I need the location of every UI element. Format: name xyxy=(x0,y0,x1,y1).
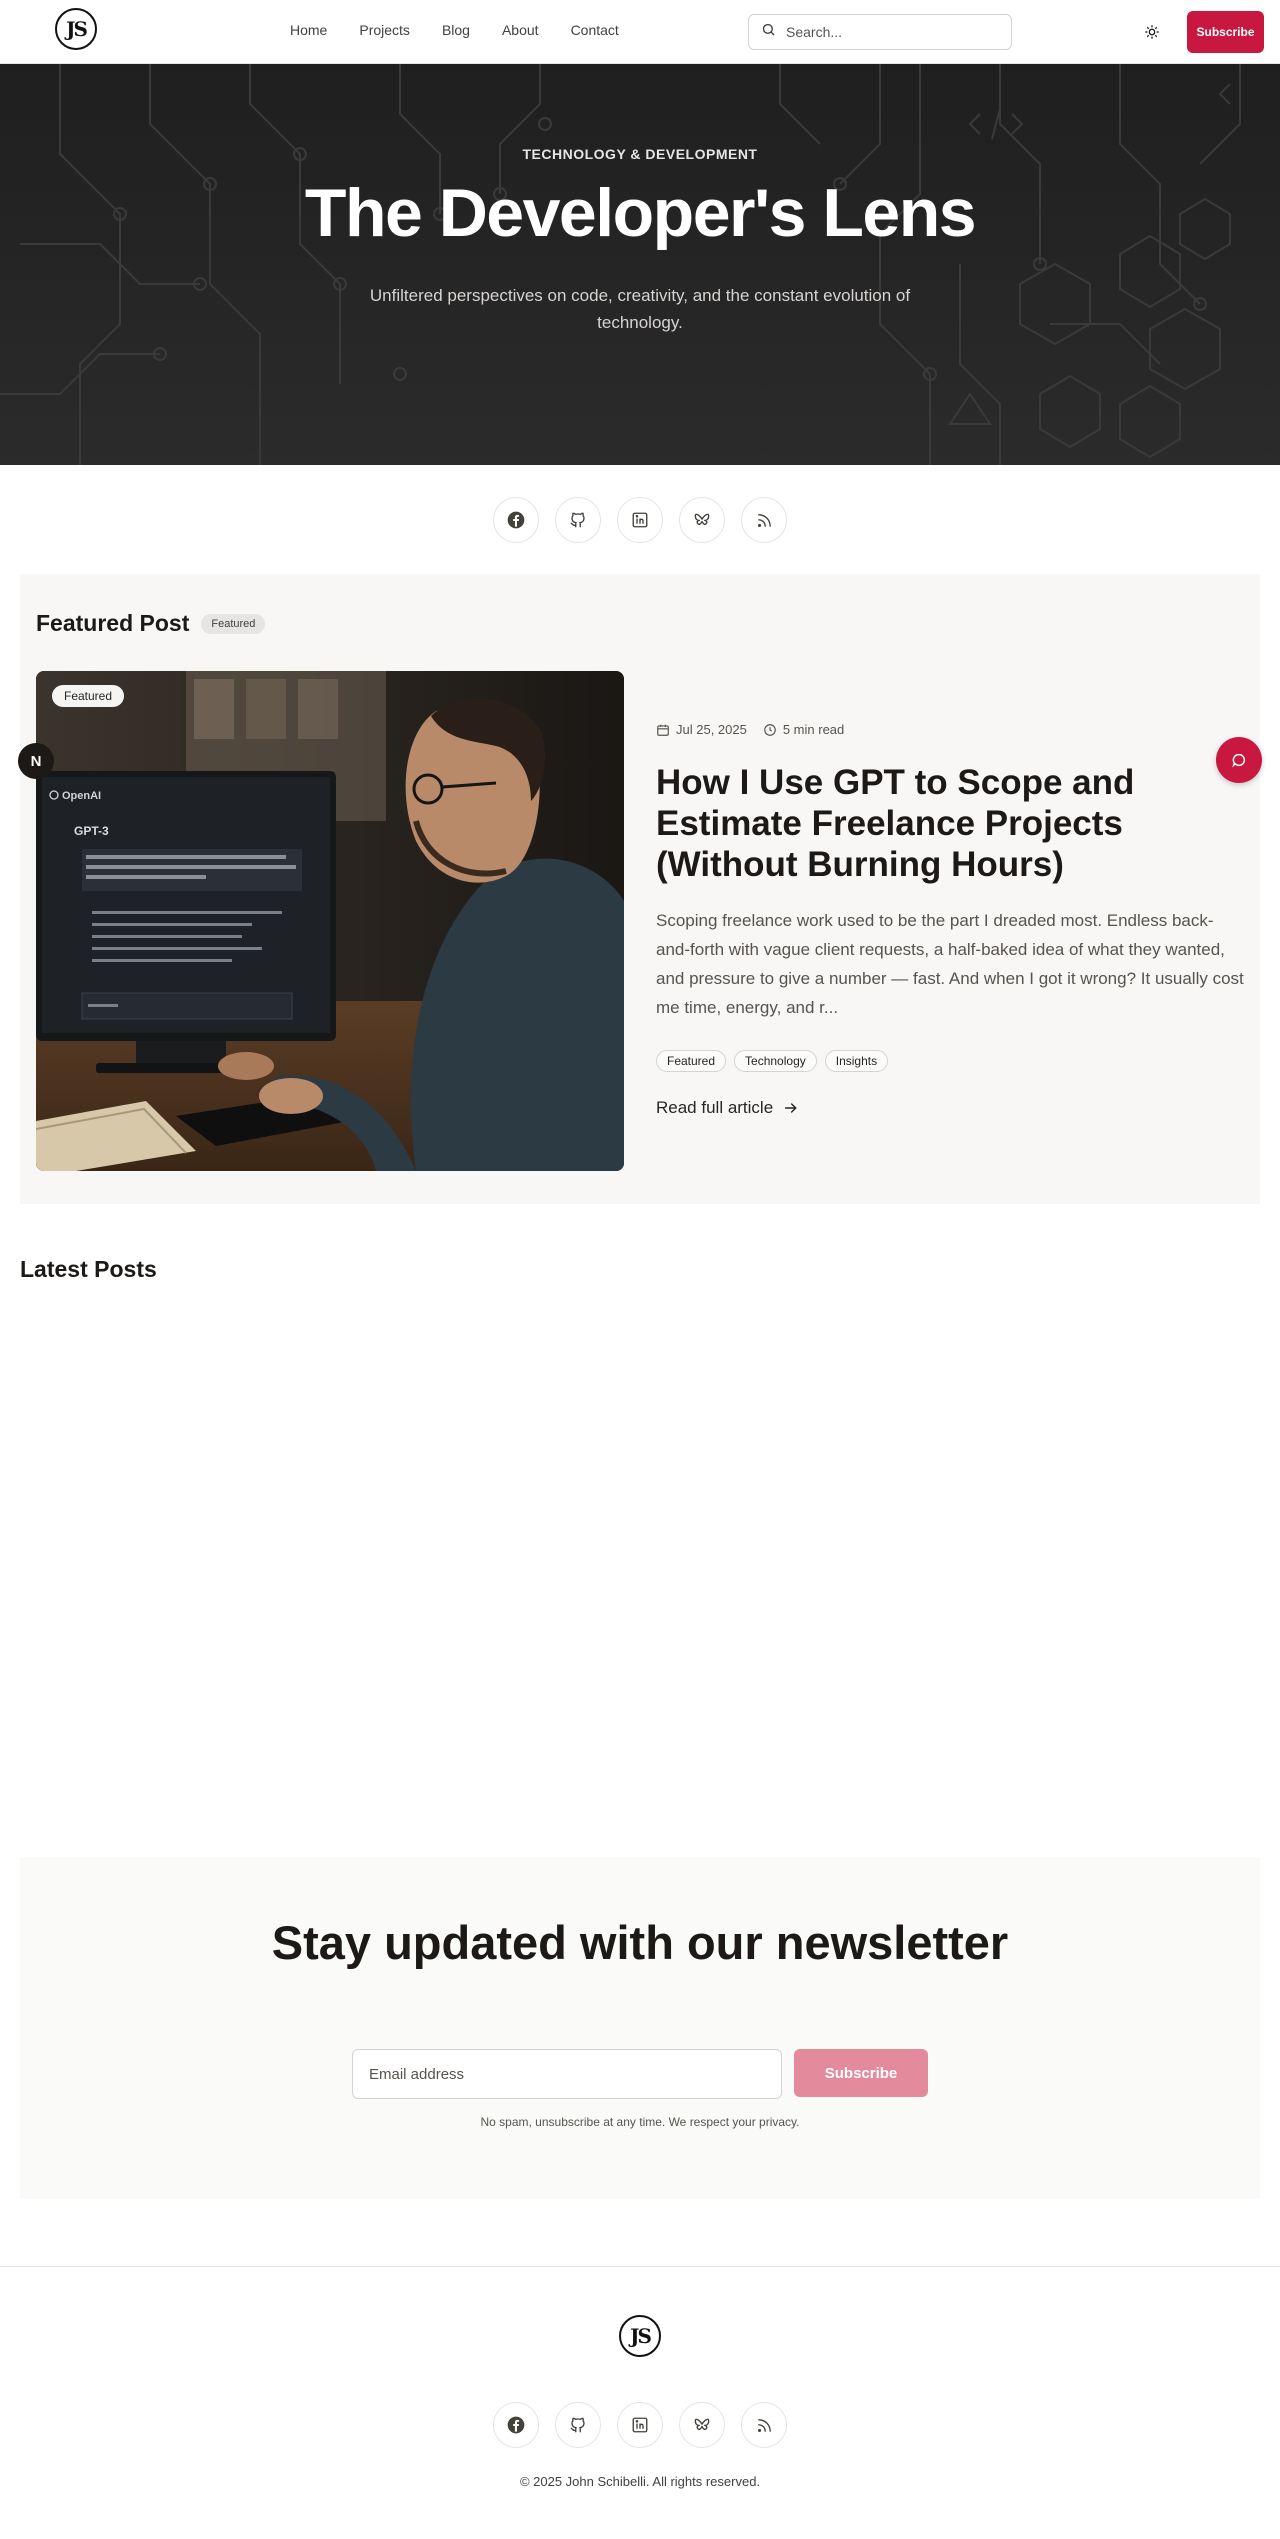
screen-title: GPT-3 xyxy=(74,824,109,838)
linkedin-icon xyxy=(632,512,648,528)
bluesky-icon xyxy=(694,2418,710,2431)
tag-technology[interactable]: Technology xyxy=(734,1050,817,1072)
bluesky-icon xyxy=(694,513,710,526)
post-read-time-text: 5 min read xyxy=(782,722,845,737)
newsletter-privacy-note: No spam, unsubscribe at any time. We res… xyxy=(480,2115,800,2129)
featured-heading: Featured Post xyxy=(36,610,190,636)
calendar-icon xyxy=(657,724,669,736)
linkedin-icon xyxy=(632,2417,648,2433)
arrow-right-icon xyxy=(785,1103,797,1113)
search-input[interactable]: Search... xyxy=(748,14,1012,50)
github-icon xyxy=(570,512,585,528)
read-full-article-link[interactable]: Read full article xyxy=(656,1098,799,1118)
site-logo[interactable]: JS xyxy=(55,8,97,50)
rss-link[interactable] xyxy=(741,497,787,543)
theme-toggle-button[interactable] xyxy=(1140,20,1164,44)
copyright-text: © 2025 John Schibelli. All rights reserv… xyxy=(519,2474,761,2489)
nav-about[interactable]: About xyxy=(502,22,539,38)
clock-icon xyxy=(764,723,776,736)
screen-brand: OpenAI xyxy=(62,790,101,802)
github-link[interactable] xyxy=(555,497,601,543)
nav-blog[interactable]: Blog xyxy=(442,22,470,38)
footer-github-link[interactable] xyxy=(555,2402,601,2448)
rss-icon xyxy=(757,513,771,527)
facebook-icon xyxy=(507,2416,525,2434)
image-featured-badge: Featured xyxy=(52,685,125,707)
post-date: Jul 25, 2025 xyxy=(656,722,747,737)
developer-at-computer-image: OpenAI GPT-3 xyxy=(36,671,624,1171)
newsletter-subscribe-button[interactable]: Subscribe xyxy=(794,2049,928,2097)
footer-linkedin-link[interactable] xyxy=(617,2402,663,2448)
featured-heading-row: Featured Post Featured xyxy=(36,610,266,637)
chat-button[interactable] xyxy=(1216,737,1262,783)
nav-home[interactable]: Home xyxy=(290,22,327,38)
site-header: JS Home Projects Blog About Contact Sear… xyxy=(0,0,1280,64)
footer-social-links xyxy=(0,2402,1280,2448)
tag-insights[interactable]: Insights xyxy=(824,1050,889,1072)
read-more-label: Read full article xyxy=(656,1098,774,1117)
header-subscribe-button[interactable]: Subscribe xyxy=(1187,11,1264,53)
github-icon xyxy=(570,2417,585,2433)
featured-post-excerpt: Scoping freelance work used to be the pa… xyxy=(656,911,1244,1017)
social-links xyxy=(0,497,1280,543)
newsletter-section: Stay updated with our newsletter Email a… xyxy=(20,1857,1260,2199)
post-read-time: 5 min read xyxy=(763,722,844,737)
bluesky-link[interactable] xyxy=(679,497,725,543)
hero-subtitle: Unfiltered perspectives on code, creativ… xyxy=(369,286,911,332)
featured-badge: Featured xyxy=(201,613,266,634)
footer-rss-link[interactable] xyxy=(741,2402,787,2448)
facebook-icon xyxy=(507,511,525,529)
facebook-link[interactable] xyxy=(493,497,539,543)
post-meta: Jul 25, 2025 5 min read xyxy=(656,722,844,737)
footer-facebook-link[interactable] xyxy=(493,2402,539,2448)
featured-post-title[interactable]: How I Use GPT to Scope and Estimate Free… xyxy=(656,762,1236,885)
rss-icon xyxy=(757,2418,771,2432)
tag-featured[interactable]: Featured xyxy=(656,1050,727,1072)
hero-kicker: TECHNOLOGY & DEVELOPMENT xyxy=(522,146,758,162)
footer-divider xyxy=(0,2266,1280,2267)
main-nav: Home Projects Blog About Contact xyxy=(290,22,619,38)
search-icon xyxy=(761,22,776,42)
nav-projects[interactable]: Projects xyxy=(359,22,410,38)
newsletter-title: Stay updated with our newsletter xyxy=(271,1916,1009,1969)
carousel-nav-button[interactable]: N xyxy=(18,743,54,779)
post-tags: Featured Technology Insights xyxy=(656,1050,889,1072)
latest-posts-heading: Latest Posts xyxy=(20,1256,157,1282)
circuit-background-graphic xyxy=(0,64,1241,465)
hero-title: The Developer's Lens xyxy=(304,175,977,251)
featured-post-section: Featured Post Featured OpenAI GPT-3 Feat… xyxy=(20,574,1260,1204)
linkedin-link[interactable] xyxy=(617,497,663,543)
sun-icon xyxy=(1145,25,1159,39)
hero-banner: TECHNOLOGY & DEVELOPMENT The Developer's… xyxy=(0,64,1280,465)
post-date-text: Jul 25, 2025 xyxy=(676,722,747,737)
search-placeholder: Search... xyxy=(786,24,843,40)
footer-bluesky-link[interactable] xyxy=(679,2402,725,2448)
footer-logo[interactable]: JS xyxy=(619,2315,661,2357)
email-field[interactable]: Email address xyxy=(352,2049,782,2099)
chat-bubble-icon xyxy=(1232,753,1246,768)
featured-post-image[interactable]: OpenAI GPT-3 Featured xyxy=(36,671,624,1171)
nav-contact[interactable]: Contact xyxy=(571,22,619,38)
